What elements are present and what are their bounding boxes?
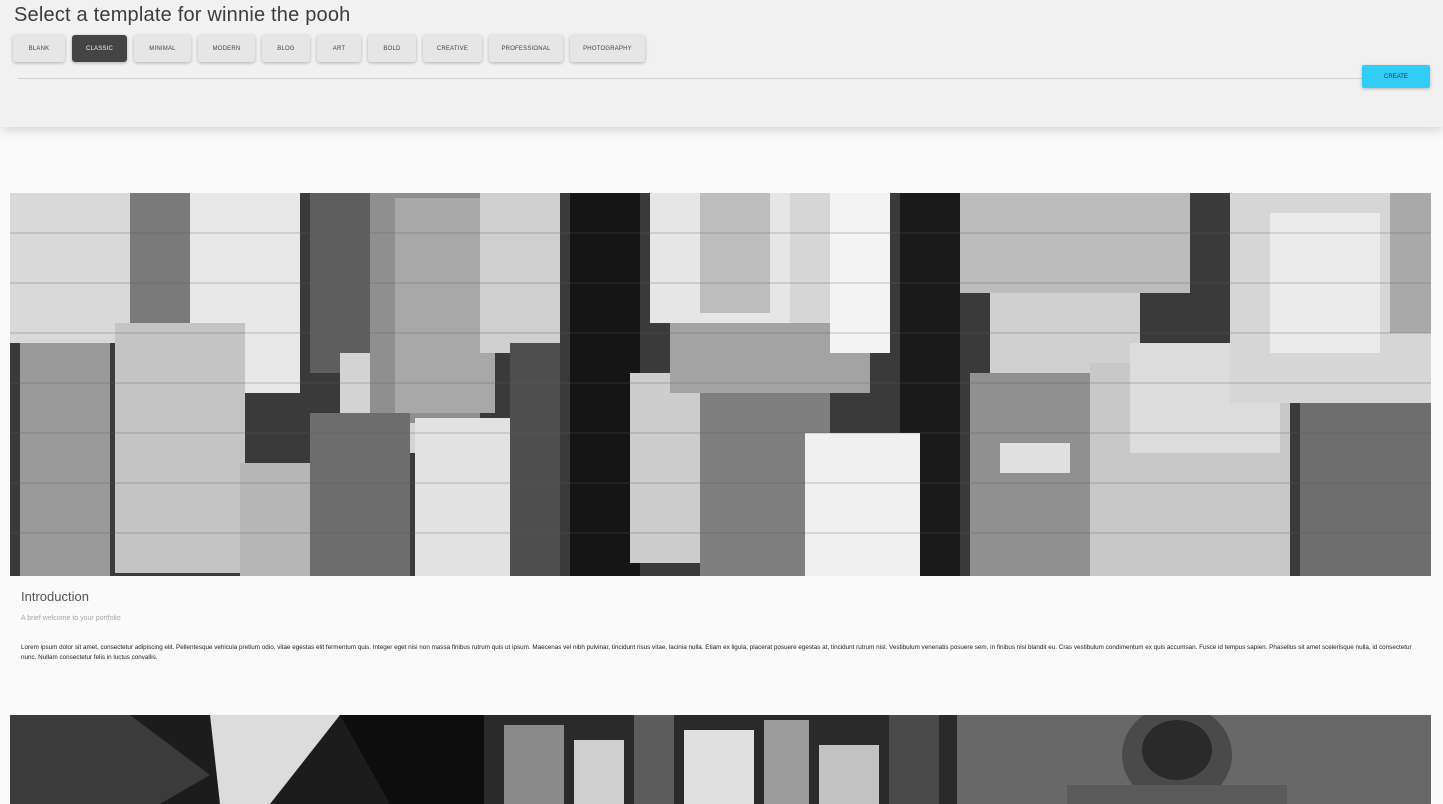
gallery-image-canyon bbox=[10, 715, 484, 804]
gallery-image-robot bbox=[957, 715, 1431, 804]
intro-body-text: Lorem ipsum dolor sit amet, consectetur … bbox=[21, 644, 1412, 661]
template-modern-button[interactable]: MODERN bbox=[198, 35, 255, 62]
hero-image bbox=[10, 193, 1431, 576]
template-blank-button[interactable]: BLANK bbox=[13, 35, 65, 62]
template-minimal-button[interactable]: MINIMAL bbox=[134, 35, 191, 62]
template-header: Select a template for winnie the pooh BL… bbox=[0, 0, 1443, 127]
template-blog-button[interactable]: BLOG bbox=[262, 35, 310, 62]
page-title: Select a template for winnie the pooh bbox=[14, 4, 351, 26]
header-divider bbox=[18, 78, 1362, 79]
robot-portrait-illustration bbox=[957, 715, 1431, 804]
template-photography-button[interactable]: PHOTOGRAPHY bbox=[570, 35, 645, 62]
gallery-image-city bbox=[484, 715, 957, 804]
template-art-button[interactable]: ART bbox=[317, 35, 361, 62]
gallery-row bbox=[10, 715, 1431, 804]
canyon-abstract-illustration bbox=[10, 715, 484, 804]
create-button[interactable]: CREATE bbox=[1362, 65, 1430, 88]
intro-title: Introduction bbox=[21, 589, 89, 604]
template-bold-button[interactable]: BOLD bbox=[368, 35, 416, 62]
city-skyline-illustration bbox=[484, 715, 957, 804]
template-creative-button[interactable]: CREATIVE bbox=[423, 35, 482, 62]
intro-subtitle: A brief welcome to your portfolio bbox=[21, 615, 121, 622]
template-classic-button[interactable]: CLASSIC bbox=[72, 35, 127, 62]
city-aerial-illustration bbox=[10, 193, 1431, 576]
template-professional-button[interactable]: PROFESSIONAL bbox=[489, 35, 563, 62]
